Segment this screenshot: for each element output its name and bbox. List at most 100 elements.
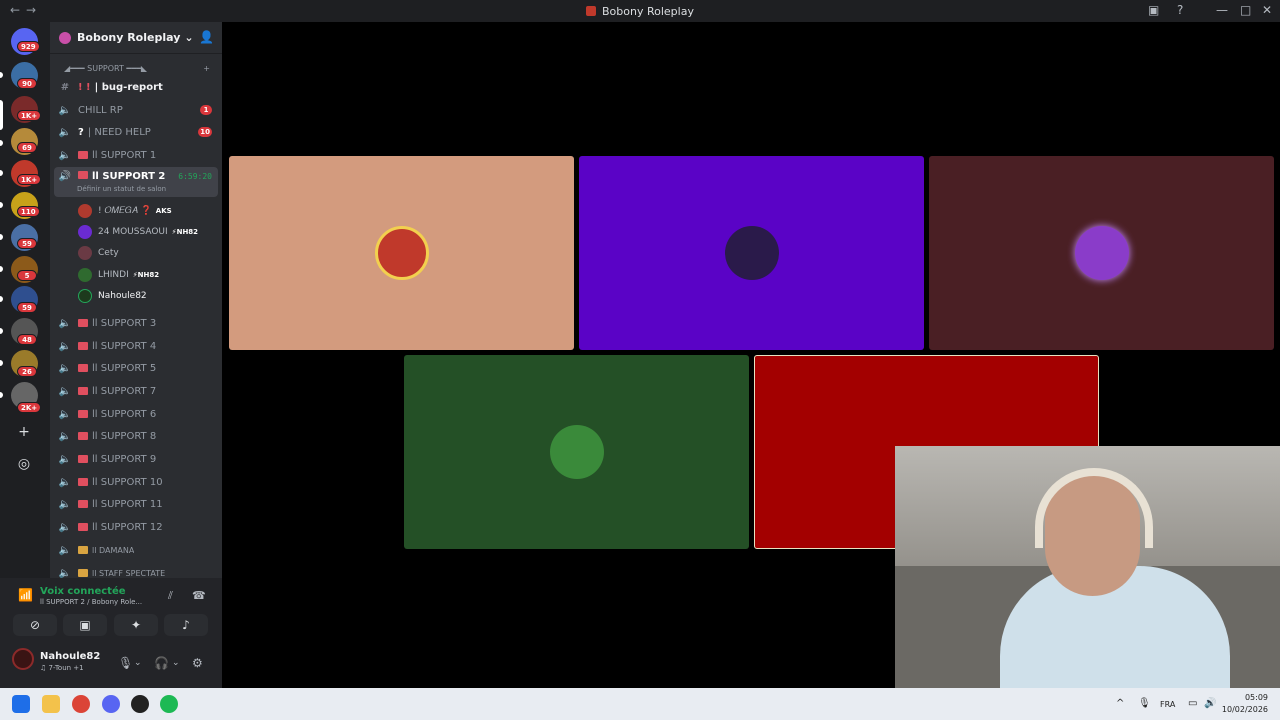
channel-support-12[interactable]: 🔈 ll SUPPORT 12 bbox=[54, 517, 218, 537]
chevron-down-icon[interactable]: ⌄ bbox=[134, 658, 142, 668]
server-name: Bobony Roleplay bbox=[77, 31, 181, 44]
channel-support-3[interactable]: 🔈 ll SUPPORT 3 bbox=[54, 313, 218, 333]
language-indicator[interactable]: FRA bbox=[1160, 700, 1175, 709]
category-support[interactable]: ◢━━━ SUPPORT ━━━◣ + bbox=[54, 58, 218, 78]
participant-tile[interactable] bbox=[404, 355, 749, 549]
add-channel-icon[interactable]: + bbox=[203, 64, 210, 73]
participant-tile[interactable] bbox=[229, 156, 574, 350]
unread-indicator bbox=[0, 170, 3, 176]
guild-badge: 69 bbox=[17, 142, 37, 153]
signal-icon[interactable]: 📶 bbox=[18, 588, 33, 602]
voice-member[interactable]: ! 𝑂𝑀𝐸𝐺𝐴 ❓ AKS bbox=[78, 201, 172, 221]
channel-bug-report[interactable]: # ! ! | bug-report bbox=[54, 77, 218, 97]
sos-icon bbox=[78, 432, 88, 440]
participant-avatar bbox=[724, 226, 779, 280]
explore-icon[interactable]: ◎ bbox=[14, 454, 34, 474]
channel-status[interactable]: Définir un statut de salon bbox=[77, 185, 166, 193]
participant-avatar bbox=[549, 425, 604, 479]
speaker-active-icon: 🔊 bbox=[58, 171, 72, 182]
app-icon[interactable] bbox=[131, 695, 149, 713]
display-icon[interactable]: ▭ bbox=[1188, 698, 1197, 709]
channel-support-1[interactable]: 🔈 ll SUPPORT 1 bbox=[54, 145, 218, 165]
guild-badge: 110 bbox=[17, 206, 40, 217]
speaker-icon: 🔈 bbox=[58, 476, 72, 488]
settings-gear-icon[interactable]: ⚙ bbox=[192, 656, 203, 670]
guild-badge: 48 bbox=[17, 334, 37, 345]
sos-icon bbox=[78, 364, 88, 372]
user-name[interactable]: Nahoule82 bbox=[40, 651, 100, 662]
title-bar: ←→ Bobony Roleplay ▣ ? — □ ✕ bbox=[0, 0, 1280, 22]
guild-badge: 5 bbox=[17, 270, 37, 281]
participant-tile[interactable] bbox=[929, 156, 1274, 350]
channel-damana[interactable]: 🔈 ll DAMANA bbox=[54, 540, 218, 560]
inbox-icon[interactable]: ▣ bbox=[1148, 3, 1159, 17]
voice-channel[interactable]: ll SUPPORT 2 / Bobony Role... bbox=[40, 598, 142, 606]
speaker-icon: 🔈 bbox=[58, 126, 72, 138]
maximize-button[interactable]: □ bbox=[1240, 3, 1251, 17]
user-status: ♫ 7-Toun +1 bbox=[40, 664, 84, 672]
channel-support-7[interactable]: 🔈 ll SUPPORT 7 bbox=[54, 381, 218, 401]
activities-button[interactable]: ✦ bbox=[114, 614, 158, 636]
speaker-icon: 🔈 bbox=[58, 453, 72, 465]
avatar bbox=[78, 289, 92, 303]
speaker-icon: 🔈 bbox=[58, 340, 72, 352]
avatar bbox=[78, 225, 92, 239]
noise-suppression-icon[interactable]: ⫽ bbox=[168, 589, 173, 603]
voice-member[interactable]: Nahoule82 bbox=[78, 286, 147, 306]
help-icon[interactable]: ? bbox=[1177, 3, 1183, 17]
chrome-icon[interactable] bbox=[72, 695, 90, 713]
clock[interactable]: 05:09 10/02/2026 bbox=[1222, 692, 1268, 716]
server-header[interactable]: Bobony Roleplay ⌄ 👤 bbox=[50, 22, 222, 54]
chevron-down-icon[interactable]: ⌄ bbox=[172, 658, 180, 668]
voice-member[interactable]: 24 MOUSSAOUI ⚡NH82 bbox=[78, 222, 198, 242]
file-explorer-icon[interactable] bbox=[42, 695, 60, 713]
channel-support-9[interactable]: 🔈 ll SUPPORT 9 bbox=[54, 449, 218, 469]
microphone-icon[interactable]: 🎙 bbox=[118, 656, 133, 670]
voice-member[interactable]: Cety bbox=[78, 243, 119, 263]
screen-share-button[interactable]: ▣ bbox=[63, 614, 107, 636]
chevron-down-icon: ⌄ bbox=[184, 31, 194, 44]
channel-support-2[interactable]: 🔊 ll SUPPORT 2 6:59:20 Définir un statut… bbox=[54, 167, 218, 197]
webcam-overlay bbox=[895, 446, 1280, 688]
add-server-icon[interactable]: + bbox=[14, 422, 34, 442]
guild-badge: 929 bbox=[17, 41, 40, 52]
soundboard-button[interactable]: ♪ bbox=[164, 614, 208, 636]
chevron-up-icon[interactable]: ^ bbox=[1116, 698, 1124, 709]
microphone-icon[interactable]: 🎙 bbox=[1138, 698, 1151, 709]
close-button[interactable]: ✕ bbox=[1262, 3, 1272, 17]
channel-support-11[interactable]: 🔈 ll SUPPORT 11 bbox=[54, 494, 218, 514]
channel-support-10[interactable]: 🔈 ll SUPPORT 10 bbox=[54, 472, 218, 492]
voice-member[interactable]: LHINDI ⚡NH82 bbox=[78, 265, 159, 285]
channel-support-5[interactable]: 🔈 ll SUPPORT 5 bbox=[54, 358, 218, 378]
gift-icon bbox=[78, 546, 88, 554]
disconnect-icon[interactable]: ☎ bbox=[192, 589, 206, 602]
discord-icon[interactable] bbox=[102, 695, 120, 713]
camera-off-button[interactable]: ⊘ bbox=[13, 614, 57, 636]
spotify-icon[interactable] bbox=[160, 695, 178, 713]
sos-icon bbox=[78, 387, 88, 395]
user-avatar[interactable] bbox=[12, 648, 34, 670]
channel-support-8[interactable]: 🔈 ll SUPPORT 8 bbox=[54, 426, 218, 446]
guild-badge: 90 bbox=[17, 78, 37, 89]
invite-icon[interactable]: 👤 bbox=[199, 30, 214, 44]
volume-icon[interactable]: 🔊 bbox=[1204, 698, 1216, 709]
channel-staff-spectate[interactable]: 🔈 ll STAFF SPECTATE bbox=[54, 563, 218, 579]
channel-chill-rp[interactable]: 🔈 CHILL RP 1 bbox=[54, 100, 218, 120]
speaker-icon: 🔈 bbox=[58, 567, 72, 579]
minimize-button[interactable]: — bbox=[1216, 3, 1228, 17]
call-timer: 6:59:20 bbox=[178, 172, 212, 181]
channel-support-4[interactable]: 🔈 ll SUPPORT 4 bbox=[54, 336, 218, 356]
headphones-icon[interactable]: 🎧 bbox=[154, 656, 169, 670]
guild-badge: 59 bbox=[17, 302, 37, 313]
unread-indicator bbox=[0, 202, 3, 208]
guild-badge: 26 bbox=[17, 366, 37, 377]
channel-support-6[interactable]: 🔈 ll SUPPORT 6 bbox=[54, 404, 218, 424]
speaker-icon: 🔈 bbox=[58, 498, 72, 510]
guild-badge: 2K+ bbox=[17, 402, 42, 413]
sos-icon bbox=[78, 410, 88, 418]
start-icon[interactable] bbox=[12, 695, 30, 713]
selected-indicator bbox=[0, 100, 3, 130]
unread-indicator bbox=[0, 72, 3, 78]
participant-tile[interactable] bbox=[579, 156, 924, 350]
channel-need-help[interactable]: 🔈 ? | NEED HELP 10 bbox=[54, 122, 218, 142]
